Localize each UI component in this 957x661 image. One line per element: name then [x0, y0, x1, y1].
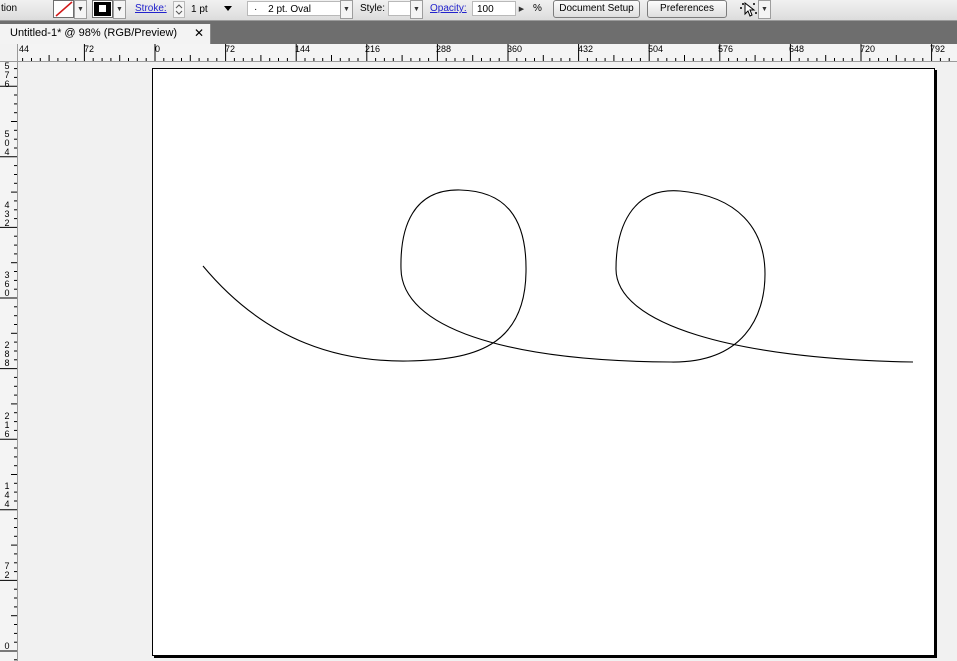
brush-dropdown-arrow[interactable]: ▼ [340, 0, 353, 19]
style-label: Style: [360, 3, 386, 14]
stroke-label[interactable]: Stroke: [135, 0, 167, 20]
h-ruler-label: 792 [930, 44, 946, 54]
control-bar: tion ▼ ▼ Stroke: 1 pt · 2 pt. Oval ▼ Sty… [0, 0, 957, 21]
h-ruler-label: 432 [578, 44, 594, 54]
v-ruler-label: 5 0 4 [4, 129, 10, 157]
v-ruler-label: 7 2 [4, 561, 10, 580]
h-ruler-label: 144 [295, 44, 311, 54]
h-ruler-label: 44 [19, 44, 30, 54]
graphic-style-swatch[interactable] [388, 1, 411, 16]
pasteboard[interactable] [18, 62, 957, 661]
fill-none-icon [55, 1, 73, 17]
h-ruler-label: 576 [718, 44, 734, 54]
opacity-value: 100 [477, 4, 494, 15]
vertical-ruler[interactable]: 5 7 6 5 0 4 4 3 2 3 6 0 2 8 8 2 1 6 1 4 … [0, 62, 18, 661]
spinner-icon[interactable] [173, 1, 185, 18]
opacity-field[interactable]: 100 [472, 1, 516, 16]
h-ruler-label: 360 [507, 44, 523, 54]
h-ruler-label: 0 [155, 44, 161, 54]
v-ruler-label: 3 6 0 [4, 270, 10, 298]
looped-brush-path[interactable] [202, 189, 914, 363]
h-ruler-label: 504 [648, 44, 664, 54]
ruler-origin-corner[interactable] [0, 44, 18, 62]
fill-swatch[interactable] [53, 0, 74, 18]
h-ruler-label: 288 [436, 44, 452, 54]
h-ruler-label: 648 [789, 44, 805, 54]
selection-options-dropdown-arrow[interactable]: ▼ [758, 0, 771, 19]
horizontal-ruler[interactable]: 44 72 0 72 144 216 288 360 432 504 576 6… [18, 44, 957, 62]
fill-dropdown-arrow[interactable]: ▼ [74, 0, 87, 19]
stroke-square-icon [94, 2, 111, 16]
brush-definition-field[interactable]: · 2 pt. Oval [247, 1, 341, 16]
brush-definition-value: 2 pt. Oval [268, 4, 311, 15]
opacity-label[interactable]: Opacity: [430, 0, 467, 20]
style-dropdown-arrow[interactable]: ▼ [410, 0, 423, 19]
v-ruler-label: 2 8 8 [4, 340, 10, 368]
v-ruler-label: 2 1 6 [4, 411, 10, 439]
h-ruler-label: 72 [84, 44, 95, 54]
document-tab[interactable]: Untitled-1* @ 98% (RGB/Preview) ✕ [0, 24, 211, 44]
stroke-weight-value: 1 pt [191, 4, 208, 15]
workspace-label: tion [1, 3, 18, 14]
percent-sign: % [533, 3, 542, 14]
stroke-weight-dropdown-icon[interactable] [224, 6, 232, 12]
v-ruler-label: 0 [4, 641, 10, 651]
document-tab-bar: Untitled-1* @ 98% (RGB/Preview) ✕ [0, 21, 957, 44]
v-ruler-label: 4 3 2 [4, 200, 10, 228]
h-ruler-label: 72 [225, 44, 236, 54]
selection-options-icon[interactable] [739, 0, 759, 18]
artboard[interactable] [152, 68, 935, 656]
opacity-arrow-icon[interactable]: ▶ [515, 0, 528, 19]
document-setup-button[interactable]: Document Setup [553, 0, 640, 18]
h-ruler-label: 216 [365, 44, 381, 54]
brush-dot: · [254, 4, 258, 15]
stroke-swatch[interactable] [92, 0, 113, 18]
close-tab-icon[interactable]: ✕ [194, 26, 204, 40]
v-ruler-label: 5 7 6 [4, 62, 10, 89]
artwork-canvas[interactable] [153, 69, 934, 655]
document-tab-title: Untitled-1* @ 98% (RGB/Preview) [10, 27, 178, 39]
h-ruler-label: 720 [860, 44, 876, 54]
v-ruler-label: 1 4 4 [4, 481, 10, 509]
preferences-button[interactable]: Preferences [647, 0, 727, 18]
stroke-dropdown-arrow[interactable]: ▼ [113, 0, 126, 19]
